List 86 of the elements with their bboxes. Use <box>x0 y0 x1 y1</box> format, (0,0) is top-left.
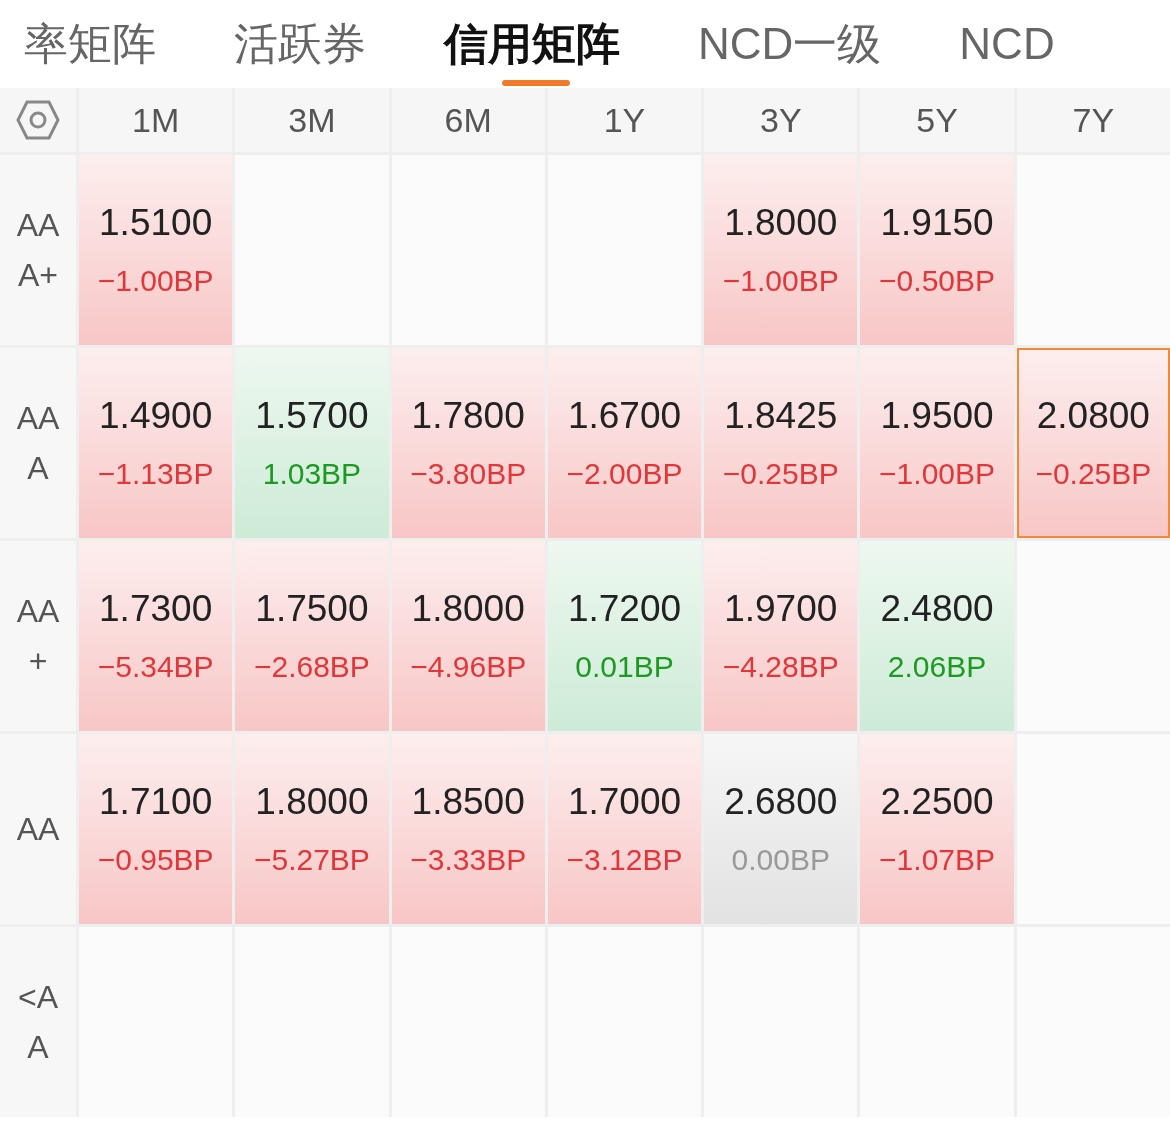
yield-value: 1.9500 <box>880 395 994 437</box>
matrix-cell[interactable]: 1.9700 −4.28BP <box>704 541 858 731</box>
matrix-cell[interactable]: 1.7200 0.01BP <box>547 541 702 731</box>
change-value: −0.25BP <box>1035 457 1152 491</box>
change-value: −3.12BP <box>566 843 683 877</box>
matrix-cell[interactable]: 1.8000 −5.27BP <box>235 734 389 924</box>
yield-value: 1.5700 <box>255 395 369 437</box>
column-header: 5Y <box>860 88 1014 152</box>
change-value: −2.68BP <box>253 650 370 684</box>
matrix-cell[interactable]: 1.6700 −2.00BP <box>547 348 702 538</box>
change-value: −3.33BP <box>410 843 527 877</box>
settings-button[interactable] <box>0 88 76 152</box>
tab[interactable]: NCD <box>959 0 1055 88</box>
change-value: 1.03BP <box>262 457 362 491</box>
matrix-cell[interactable]: 2.0800 −0.25BP <box>1016 348 1170 538</box>
matrix-cell[interactable]: 1.9500 −1.00BP <box>860 348 1014 538</box>
matrix-cell[interactable]: 1.5700 1.03BP <box>235 348 389 538</box>
yield-value: 1.7500 <box>255 588 369 630</box>
column-header: 1M <box>79 88 233 152</box>
yield-value: 1.8425 <box>724 395 838 437</box>
matrix-cell[interactable]: 1.7000 −3.12BP <box>547 734 702 924</box>
yield-value: 2.0800 <box>1036 395 1150 437</box>
matrix-cell[interactable]: 1.7300 −5.34BP <box>79 541 233 731</box>
matrix-cell[interactable]: 1.7500 −2.68BP <box>235 541 389 731</box>
yield-value: 1.8500 <box>411 781 525 823</box>
change-value: −1.00BP <box>722 264 839 298</box>
change-value: −0.95BP <box>97 843 214 877</box>
yield-value: 1.9150 <box>880 202 994 244</box>
tab[interactable]: 活跃券 <box>234 0 366 88</box>
row-label: AAA <box>15 399 61 488</box>
matrix-cell[interactable]: 1.7100 −0.95BP <box>79 734 233 924</box>
row-label: <AA <box>17 978 59 1067</box>
matrix-cell[interactable]: 2.4800 2.06BP <box>860 541 1014 731</box>
change-value: 0.01BP <box>575 650 674 684</box>
matrix-cell[interactable]: 1.8000 −1.00BP <box>704 155 858 345</box>
change-value: −4.96BP <box>410 650 527 684</box>
column-header: 3M <box>235 88 389 152</box>
column-header: 3Y <box>704 88 858 152</box>
matrix-cell[interactable]: 1.5100 −1.00BP <box>79 155 233 345</box>
change-value: −1.07BP <box>879 843 996 877</box>
change-value: −0.50BP <box>879 264 996 298</box>
yield-value: 1.6700 <box>567 395 682 437</box>
change-value: −3.80BP <box>410 457 527 491</box>
row-label: AAA+ <box>15 206 61 295</box>
yield-value: 1.8000 <box>411 588 525 630</box>
matrix-cell[interactable]: 2.6800 0.00BP <box>704 734 858 924</box>
settings-icon <box>16 100 60 140</box>
yield-value: 2.2500 <box>880 781 994 823</box>
change-value: −1.00BP <box>97 264 214 298</box>
tab[interactable]: 信用矩阵 <box>444 0 620 88</box>
yield-value: 1.5100 <box>99 202 213 244</box>
yield-value: 2.6800 <box>724 781 838 823</box>
column-header: 1Y <box>547 88 702 152</box>
change-value: 0.00BP <box>731 843 830 877</box>
yield-value: 2.4800 <box>880 588 994 630</box>
yield-value: 1.4900 <box>99 395 213 437</box>
change-value: −0.25BP <box>722 457 839 491</box>
tab[interactable]: 率矩阵 <box>24 0 156 88</box>
yield-value: 1.7300 <box>99 588 213 630</box>
yield-value: 1.7200 <box>567 588 682 630</box>
matrix-cell[interactable]: 2.2500 −1.07BP <box>860 734 1014 924</box>
change-value: −2.00BP <box>566 457 683 491</box>
row-label: AA <box>15 810 61 849</box>
change-value: −5.34BP <box>97 650 214 684</box>
matrix-cell[interactable]: 1.7800 −3.80BP <box>391 348 545 538</box>
change-value: −1.13BP <box>97 457 214 491</box>
yield-value: 1.7000 <box>567 781 682 823</box>
tab[interactable]: NCD一级 <box>698 0 882 88</box>
yield-value: 1.8000 <box>724 202 838 244</box>
column-header: 6M <box>391 88 545 152</box>
yield-value: 1.7800 <box>411 395 525 437</box>
change-value: 2.06BP <box>887 650 987 684</box>
change-value: −4.28BP <box>722 650 839 684</box>
yield-value: 1.9700 <box>724 588 838 630</box>
tab-indicator <box>502 80 570 86</box>
matrix-cell[interactable]: 1.9150 −0.50BP <box>860 155 1014 345</box>
change-value: −1.00BP <box>879 457 996 491</box>
matrix-cell[interactable]: 1.8500 −3.33BP <box>391 734 545 924</box>
matrix-cell[interactable]: 1.8000 −4.96BP <box>391 541 545 731</box>
yield-value: 1.7100 <box>99 781 213 823</box>
row-label: AA+ <box>15 592 61 681</box>
yield-value: 1.8000 <box>255 781 369 823</box>
matrix-cell[interactable]: 1.4900 −1.13BP <box>79 348 233 538</box>
change-value: −5.27BP <box>253 843 370 877</box>
column-header: 7Y <box>1016 88 1170 152</box>
matrix-cell[interactable]: 1.8425 −0.25BP <box>704 348 858 538</box>
